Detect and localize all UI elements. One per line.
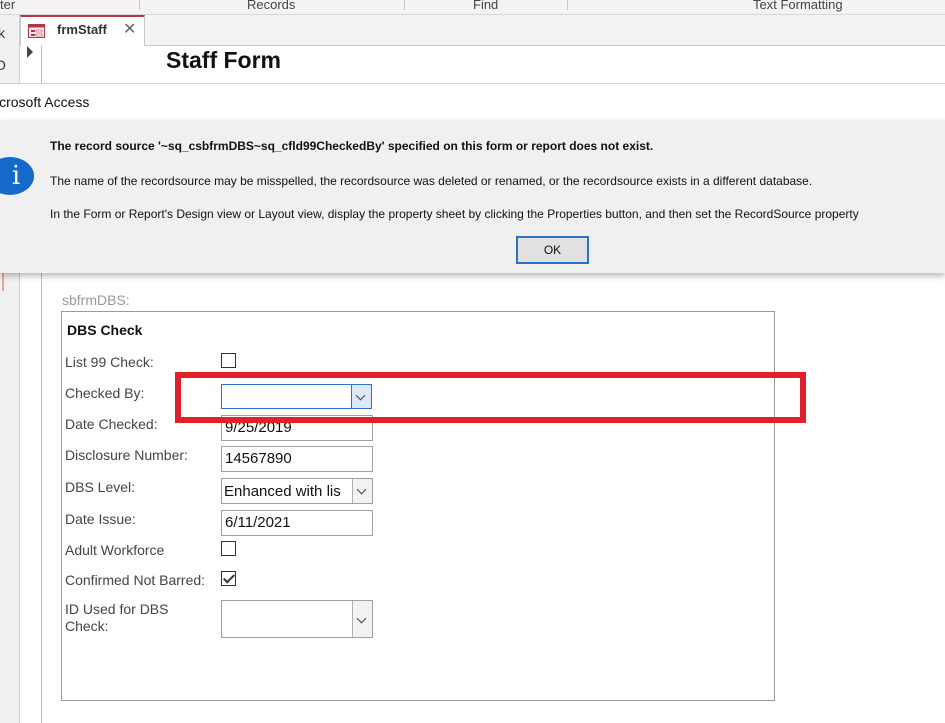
- confirmed-not-barred-label: Confirmed Not Barred:: [65, 572, 206, 588]
- adult-workforce-label: Adult Workforce: [65, 542, 165, 558]
- ribbon-separator: [404, 0, 405, 10]
- chevron-down-icon: [356, 613, 367, 624]
- ribbon-separator: [139, 0, 140, 10]
- dialog-title: icrosoft Access: [0, 94, 90, 110]
- form-icon: [28, 24, 45, 38]
- nav-pane-glyph: k: [0, 25, 5, 41]
- info-icon-glyph: i: [11, 161, 21, 191]
- document-tab-bar: [20, 15, 945, 46]
- ribbon-group-labels: ter Records Find Text Formatting: [0, 0, 945, 15]
- confirmed-not-barred-checkbox[interactable]: [221, 571, 236, 586]
- dbs-level-label: DBS Level:: [65, 479, 136, 495]
- tab-label: frmStaff: [57, 22, 107, 37]
- disclosure-number-label: Disclosure Number:: [65, 447, 188, 463]
- page-title: Staff Form: [166, 47, 281, 73]
- subform-container: [61, 311, 775, 701]
- id-used-dropdown-button[interactable]: [352, 601, 372, 637]
- date-issue-label: Date Issue:: [65, 511, 136, 527]
- ribbon-separator: [567, 0, 568, 10]
- adult-workforce-checkbox[interactable]: [221, 541, 236, 556]
- section-heading: DBS Check: [67, 322, 143, 338]
- tab-frmstaff[interactable]: frmStaff ✕: [20, 15, 145, 46]
- annotation-highlight-box: [175, 372, 806, 423]
- info-icon: i: [0, 157, 34, 195]
- date-issue-field[interactable]: 6/11/2021: [221, 510, 373, 536]
- date-checked-label: Date Checked:: [65, 416, 158, 432]
- id-used-label-line2: Check:: [65, 618, 109, 634]
- dbs-level-value: Enhanced with lis: [224, 483, 341, 500]
- checked-by-label: Checked By:: [65, 385, 145, 401]
- dialog-message-primary: The record source '~sq_csbfrmDBS~sq_cfld…: [50, 139, 654, 153]
- subform-label: sbfrmDBS:: [62, 292, 130, 308]
- list99-check-label: List 99 Check:: [65, 354, 154, 370]
- ribbon-group-sort-filter-label: ter: [0, 0, 16, 12]
- error-dialog: i The record source '~sq_csbfrmDBS~sq_cf…: [0, 120, 945, 273]
- current-record-arrow-icon: [27, 46, 33, 58]
- ok-button[interactable]: OK: [516, 236, 589, 264]
- dbs-level-dropdown-button[interactable]: [352, 479, 372, 503]
- list99-checkbox[interactable]: [221, 353, 236, 368]
- dialog-message-detail: The name of the recordsource may be miss…: [50, 174, 813, 188]
- nav-item-indicator: [2, 271, 14, 291]
- ribbon-group-records-label: Records: [247, 0, 296, 12]
- dialog-message-instructions: In the Form or Report's Design view or L…: [50, 207, 859, 221]
- dialog-titlebar[interactable]: icrosoft Access: [0, 83, 945, 121]
- disclosure-number-field[interactable]: 14567890: [221, 446, 373, 472]
- id-used-combo[interactable]: [221, 600, 373, 638]
- close-icon[interactable]: ✕: [123, 19, 136, 39]
- chevron-down-icon: [356, 484, 367, 495]
- ribbon-group-text-formatting-label: Text Formatting: [753, 0, 843, 12]
- id-used-label-line1: ID Used for DBS: [65, 601, 169, 617]
- nav-search-icon[interactable]: O: [0, 57, 6, 73]
- ribbon-group-find-label: Find: [473, 0, 499, 12]
- dbs-level-combo[interactable]: Enhanced with lis: [221, 478, 373, 504]
